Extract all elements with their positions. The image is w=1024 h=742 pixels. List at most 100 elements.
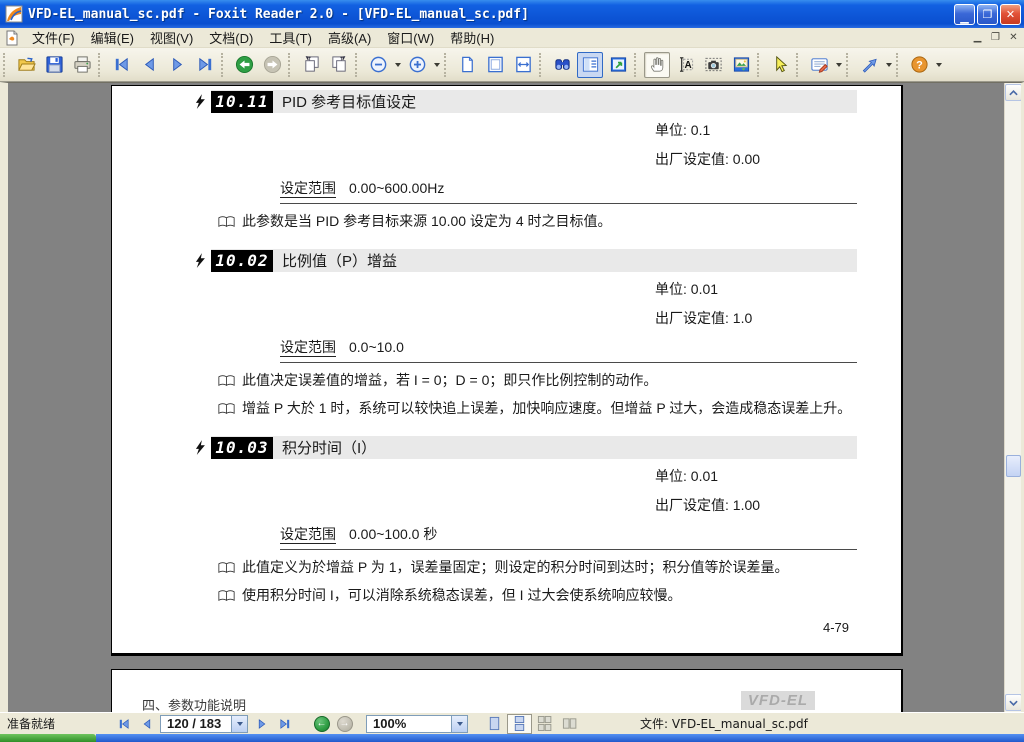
menu-document[interactable]: 文档(D) <box>201 26 261 49</box>
toolbar-grip[interactable] <box>846 53 853 77</box>
child-minimize-button[interactable]: ▁ <box>969 30 986 45</box>
zoom-combo-dropdown[interactable] <box>451 716 467 732</box>
param-default: 出厂设定值: 1.0 <box>655 308 901 328</box>
image-tool-button[interactable] <box>728 52 754 78</box>
zoom-in-dropdown[interactable] <box>431 52 442 78</box>
zoom-level-combo[interactable]: 100% <box>366 715 468 733</box>
help-button[interactable]: ? <box>906 52 932 78</box>
child-close-button[interactable]: ✕ <box>1005 30 1022 45</box>
fullscreen-button[interactable] <box>605 52 631 78</box>
forward-icon <box>263 55 282 74</box>
scrollbar-thumb[interactable] <box>1006 455 1021 477</box>
forward-icon: → <box>337 716 353 732</box>
toolbar-grip[interactable] <box>221 53 228 77</box>
next-view-button[interactable] <box>326 52 352 78</box>
note-tool-icon <box>810 55 829 74</box>
scroll-down-button[interactable] <box>1005 694 1022 711</box>
fit-page-button[interactable] <box>482 52 508 78</box>
page-combo-dropdown[interactable] <box>231 716 247 732</box>
open-button[interactable] <box>13 52 39 78</box>
status-first-page-button[interactable] <box>112 715 135 733</box>
status-file-label: 文件: VFD-EL_manual_sc.pdf <box>640 715 808 732</box>
vertical-scrollbar[interactable] <box>1004 83 1021 712</box>
zoom-level-value[interactable]: 100% <box>367 716 451 731</box>
toolbar-grip[interactable] <box>896 53 903 77</box>
minimize-button[interactable]: ▁ <box>954 4 975 25</box>
menu-view[interactable]: 视图(V) <box>142 26 201 49</box>
toolbar-grip[interactable] <box>539 53 546 77</box>
note-tool-dropdown[interactable] <box>833 52 844 78</box>
single-page-icon <box>487 716 502 731</box>
go-back-button[interactable] <box>231 52 257 78</box>
bookmarks-panel-button[interactable] <box>577 52 603 78</box>
zoom-out-dropdown[interactable] <box>392 52 403 78</box>
page-number-combo[interactable]: 120 / 183 <box>160 715 248 733</box>
toolbar-grip[interactable] <box>3 53 10 77</box>
facing-layout-button[interactable] <box>557 714 582 734</box>
continuous-facing-layout-button[interactable] <box>532 714 557 734</box>
status-back-button[interactable]: ← <box>310 715 333 733</box>
prev-page-button[interactable] <box>136 52 162 78</box>
param-range-row: 设定范围0.00~100.0 秒 <box>280 524 857 550</box>
chevron-up-icon <box>1009 90 1018 96</box>
status-forward-button[interactable]: → <box>333 715 356 733</box>
toolbar-grip[interactable] <box>796 53 803 77</box>
param-range-row: 设定范围0.00~600.00Hz <box>280 178 857 204</box>
menu-edit[interactable]: 编辑(E) <box>83 26 142 49</box>
fit-width-button[interactable] <box>510 52 536 78</box>
actual-size-button[interactable] <box>454 52 480 78</box>
toolbar-grip[interactable] <box>98 53 105 77</box>
status-prev-page-button[interactable] <box>135 715 158 733</box>
first-page-button[interactable] <box>108 52 134 78</box>
drawing-arrow-button[interactable] <box>856 52 882 78</box>
status-next-page-button[interactable] <box>250 715 273 733</box>
single-page-layout-button[interactable] <box>482 714 507 734</box>
menu-tools[interactable]: 工具(T) <box>261 26 320 49</box>
run-adjustable-icon <box>195 440 210 455</box>
menu-window[interactable]: 窗口(W) <box>379 26 442 49</box>
toolbar-grip[interactable] <box>355 53 362 77</box>
first-page-icon <box>117 717 131 731</box>
find-button[interactable] <box>549 52 575 78</box>
zoom-in-button[interactable] <box>404 52 430 78</box>
prev-view-button[interactable] <box>298 52 324 78</box>
close-button[interactable]: ✕ <box>1000 4 1021 25</box>
note-tool-button[interactable] <box>806 52 832 78</box>
param-note: 此值定义为於增益 P 为 1，误差量固定；则设定的积分时间到达时；积分值等於误差… <box>218 557 866 578</box>
menu-help[interactable]: 帮助(H) <box>442 26 502 49</box>
select-text-button[interactable]: A <box>672 52 698 78</box>
child-restore-button[interactable]: ❐ <box>987 30 1004 45</box>
param-unit: 单位: 0.1 <box>655 120 901 140</box>
toolbar-grip[interactable] <box>634 53 641 77</box>
go-forward-button[interactable] <box>259 52 285 78</box>
snapshot-button[interactable] <box>700 52 726 78</box>
chapter-header: 四、参数功能说明 <box>142 695 246 712</box>
menu-advanced[interactable]: 高级(A) <box>320 26 379 49</box>
chevron-down-icon <box>1009 700 1018 706</box>
param-note: 使用积分时间 I，可以消除系统稳态误差，但 I 过大会使系统响应较慢。 <box>218 585 866 606</box>
last-page-button[interactable] <box>192 52 218 78</box>
drawing-arrow-dropdown[interactable] <box>883 52 894 78</box>
status-last-page-button[interactable] <box>273 715 296 733</box>
continuous-layout-button[interactable] <box>507 714 532 734</box>
restore-button[interactable]: ❐ <box>977 4 998 25</box>
scroll-up-button[interactable] <box>1005 84 1022 101</box>
taskbar-strip <box>96 734 1024 742</box>
toolbar-grip[interactable] <box>288 53 295 77</box>
menu-file[interactable]: 文件(F) <box>24 26 83 49</box>
zoom-out-button[interactable] <box>365 52 391 78</box>
prev-page-icon <box>140 717 154 731</box>
help-dropdown[interactable] <box>933 52 944 78</box>
hand-tool-button[interactable] <box>644 52 670 78</box>
toolbar-grip[interactable] <box>757 53 764 77</box>
print-button[interactable] <box>69 52 95 78</box>
toolbar-grip[interactable] <box>444 53 451 77</box>
page-number-value[interactable]: 120 / 183 <box>161 716 231 731</box>
start-button-fragment[interactable] <box>0 734 96 742</box>
next-page-button[interactable] <box>164 52 190 78</box>
save-button[interactable] <box>41 52 67 78</box>
next-page-icon <box>255 717 269 731</box>
status-ready-text: 准备就绪 <box>0 715 112 732</box>
image-tool-icon <box>732 55 751 74</box>
select-annotation-button[interactable] <box>767 52 793 78</box>
